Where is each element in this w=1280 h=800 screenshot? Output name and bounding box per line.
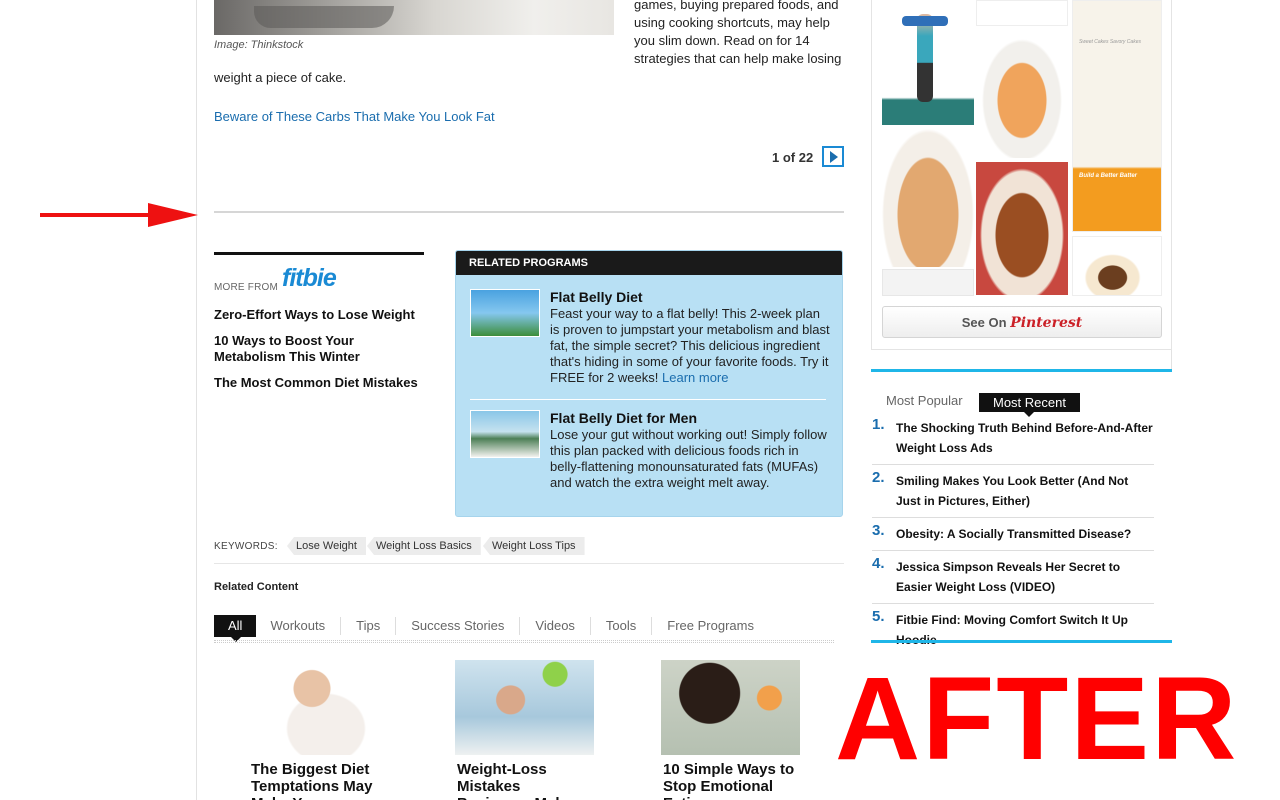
list-item[interactable]: 5. Fitbie Find: Moving Comfort Switch It…	[872, 608, 1154, 656]
most-box-bottom-rule	[871, 640, 1172, 643]
related-content-title: Related Content	[214, 581, 299, 593]
article-photo	[214, 0, 614, 35]
list-item[interactable]: 2. Smiling Makes You Look Better (And No…	[872, 469, 1154, 518]
more-from-list: Zero-Effort Ways to Lose Weight 10 Ways …	[214, 307, 429, 401]
pin-image[interactable]	[1072, 0, 1162, 232]
more-from-label: MORE FROM	[214, 282, 279, 293]
pin-image[interactable]	[976, 162, 1068, 295]
related-card-image[interactable]	[455, 660, 594, 755]
keyword-tag[interactable]: Weight Loss Tips	[483, 537, 585, 555]
program-description: Feast your way to a flat belly! This 2-w…	[550, 306, 830, 385]
list-item[interactable]: 3. Obesity: A Socially Transmitted Disea…	[872, 522, 1154, 551]
list-item-title[interactable]: The Shocking Truth Behind Before-And-Aft…	[896, 418, 1154, 458]
fitbie-top-rule	[214, 252, 424, 255]
list-item-number: 3.	[872, 522, 885, 539]
next-slide-button[interactable]	[822, 146, 844, 167]
pin-image[interactable]	[882, 269, 974, 296]
list-item-number: 5.	[872, 608, 885, 625]
see-on-label: See On	[961, 315, 1007, 330]
most-box-top-rule	[871, 369, 1172, 372]
list-item[interactable]: 4. Jessica Simpson Reveals Her Secret to…	[872, 555, 1154, 604]
related-card-image[interactable]	[249, 660, 389, 755]
related-card-title[interactable]: 10 Simple Ways to Stop Emotional Eating	[663, 761, 813, 800]
section-divider	[214, 211, 844, 213]
related-card-title[interactable]: Weight-Loss Mistakes Beginners Make	[457, 761, 587, 800]
tab-all[interactable]: All	[214, 615, 257, 642]
pin-image[interactable]	[882, 129, 974, 267]
pin-image[interactable]	[976, 0, 1068, 26]
tab-most-recent[interactable]: Most Recent	[979, 393, 1080, 417]
pin-image[interactable]	[976, 30, 1068, 158]
pinterest-logo: Pinterest	[1010, 315, 1083, 331]
page-left-border	[196, 0, 197, 800]
tabs-underline	[214, 640, 834, 643]
tab-most-popular[interactable]: Most Popular	[886, 393, 963, 408]
program-separator	[470, 399, 826, 400]
learn-more-link[interactable]: Learn more	[662, 370, 728, 385]
list-item-title[interactable]: Obesity: A Socially Transmitted Disease?	[896, 524, 1154, 544]
program-thumbnail[interactable]	[470, 289, 540, 337]
tab-tools[interactable]: Tools	[591, 617, 653, 635]
fitbie-logo[interactable]: fitbie	[282, 264, 337, 293]
pin-image[interactable]	[882, 0, 974, 125]
list-item-title[interactable]: Jessica Simpson Reveals Her Secret to Ea…	[896, 557, 1154, 597]
fitbie-link-boost-metabolism[interactable]: 10 Ways to Boost Your Metabolism This Wi…	[214, 333, 429, 365]
list-item-number: 4.	[872, 555, 885, 572]
tab-tips[interactable]: Tips	[341, 617, 397, 635]
slide-pager-count: 1 of 22	[772, 150, 814, 165]
program-thumbnail[interactable]	[470, 410, 540, 458]
program-description: Lose your gut without working out! Simpl…	[550, 427, 827, 490]
after-annotation-label: AFTER	[835, 653, 1239, 785]
fitbie-link-zero-effort[interactable]: Zero-Effort Ways to Lose Weight	[214, 307, 429, 323]
related-content-tabs: All Workouts Tips Success Stories Videos…	[214, 614, 769, 642]
related-card-image[interactable]	[661, 660, 800, 755]
tab-free-programs[interactable]: Free Programs	[652, 617, 769, 635]
photo-caption: Image: Thinkstock	[214, 39, 304, 51]
fitbie-link-diet-mistakes[interactable]: The Most Common Diet Mistakes	[214, 375, 429, 391]
related-programs-box: RELATED PROGRAMS Flat Belly Diet Feast y…	[455, 250, 843, 517]
related-programs-heading: RELATED PROGRAMS	[456, 251, 842, 275]
beware-carbs-link[interactable]: Beware of These Carbs That Make You Look…	[214, 109, 495, 124]
list-item[interactable]: 1. The Shocking Truth Behind Before-And-…	[872, 416, 1154, 465]
keyword-tag[interactable]: Lose Weight	[287, 537, 366, 555]
most-recent-list: 1. The Shocking Truth Behind Before-And-…	[872, 416, 1154, 660]
list-item-number: 1.	[872, 416, 885, 433]
tab-workouts[interactable]: Workouts	[270, 617, 342, 635]
list-item-number: 2.	[872, 469, 885, 486]
list-item-title[interactable]: Fitbie Find: Moving Comfort Switch It Up…	[896, 610, 1154, 650]
related-card-title[interactable]: The Biggest Diet Temptations May Make Y	[251, 761, 411, 800]
keywords-divider	[214, 563, 844, 564]
article-intro-text: games, buying prepared foods, and using …	[634, 0, 842, 66]
pin-image[interactable]	[1072, 236, 1162, 296]
see-on-pinterest-button[interactable]: See On Pinterest	[882, 306, 1162, 338]
program-title[interactable]: Flat Belly Diet	[550, 289, 643, 305]
annotation-arrow-icon	[40, 203, 198, 227]
keywords-label: KEYWORDS:	[214, 541, 278, 552]
tab-videos[interactable]: Videos	[520, 617, 591, 635]
keyword-tag[interactable]: Weight Loss Basics	[367, 537, 481, 555]
article-body-text: weight a piece of cake.	[214, 70, 347, 85]
list-item-title[interactable]: Smiling Makes You Look Better (And Not J…	[896, 471, 1154, 511]
tab-success-stories[interactable]: Success Stories	[396, 617, 521, 635]
program-title[interactable]: Flat Belly Diet for Men	[550, 410, 697, 426]
